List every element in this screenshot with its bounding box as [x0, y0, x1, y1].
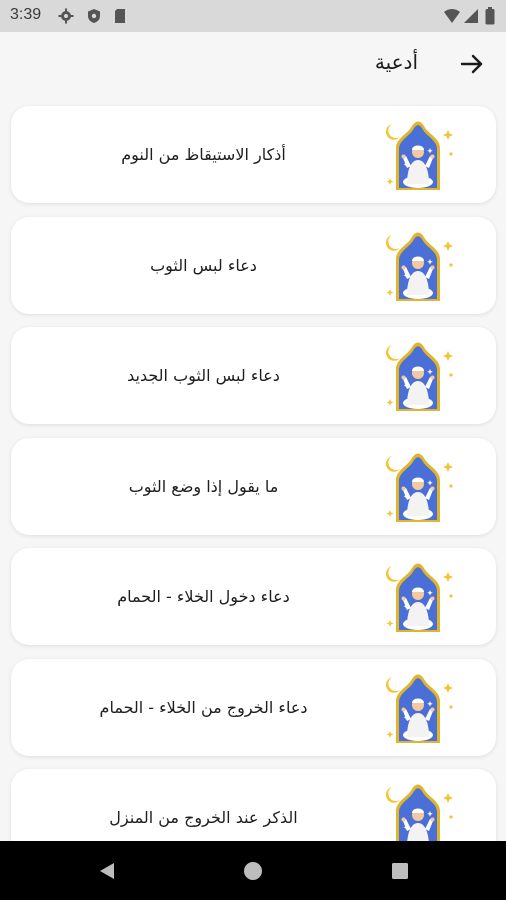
praying-person-icon — [385, 232, 453, 301]
list-item-label: ما يقول إذا وضع الثوب — [128, 477, 279, 496]
list-item[interactable]: دعاء لبس الثوب الجديد — [11, 327, 496, 424]
list-item-label: دعاء لبس الثوب الجديد — [127, 366, 280, 385]
arrow-right-icon[interactable] — [458, 50, 486, 78]
navigation-bar — [0, 841, 506, 900]
shield-icon — [88, 9, 100, 23]
list-item[interactable]: دعاء لبس الثوب — [11, 217, 496, 314]
praying-person-icon — [385, 453, 453, 522]
home-circle-icon[interactable] — [242, 860, 264, 882]
list-item[interactable]: أذكار الاستيقاظ من النوم — [11, 106, 496, 203]
list-item[interactable]: ما يقول إذا وضع الثوب — [11, 438, 496, 535]
status-time: 3:39 — [10, 6, 42, 23]
list-item-label: أذكار الاستيقاظ من النوم — [121, 145, 286, 164]
gear-icon — [58, 8, 74, 24]
praying-person-icon — [385, 342, 453, 411]
sd-card-icon — [115, 9, 125, 23]
list-item-label: الذكر عند الخروج من المنزل — [109, 808, 298, 827]
signal-icon — [464, 9, 478, 23]
list-item[interactable]: دعاء الخروج من الخلاء - الحمام — [11, 659, 496, 756]
app-header: أدعية — [0, 32, 506, 94]
list-item-label: دعاء الخروج من الخلاء - الحمام — [99, 698, 308, 717]
praying-person-icon — [385, 563, 453, 632]
praying-person-icon — [385, 674, 453, 743]
list-item[interactable]: دعاء دخول الخلاء - الحمام — [11, 548, 496, 645]
dua-list: أذكار الاستيقاظ من النوم دعاء لبس الثوب … — [0, 94, 506, 841]
list-item[interactable]: الذكر عند الخروج من المنزل — [11, 769, 496, 841]
praying-person-icon — [385, 784, 453, 841]
back-triangle-icon[interactable] — [96, 860, 118, 882]
page-title: أدعية — [374, 50, 418, 74]
battery-icon — [485, 7, 495, 25]
praying-person-icon — [385, 121, 453, 190]
status-bar: 3:39 — [0, 0, 506, 32]
recents-square-icon[interactable] — [389, 860, 411, 882]
list-item-label: دعاء دخول الخلاء - الحمام — [117, 587, 290, 606]
list-item-label: دعاء لبس الثوب — [150, 256, 257, 275]
wifi-icon — [444, 9, 460, 23]
